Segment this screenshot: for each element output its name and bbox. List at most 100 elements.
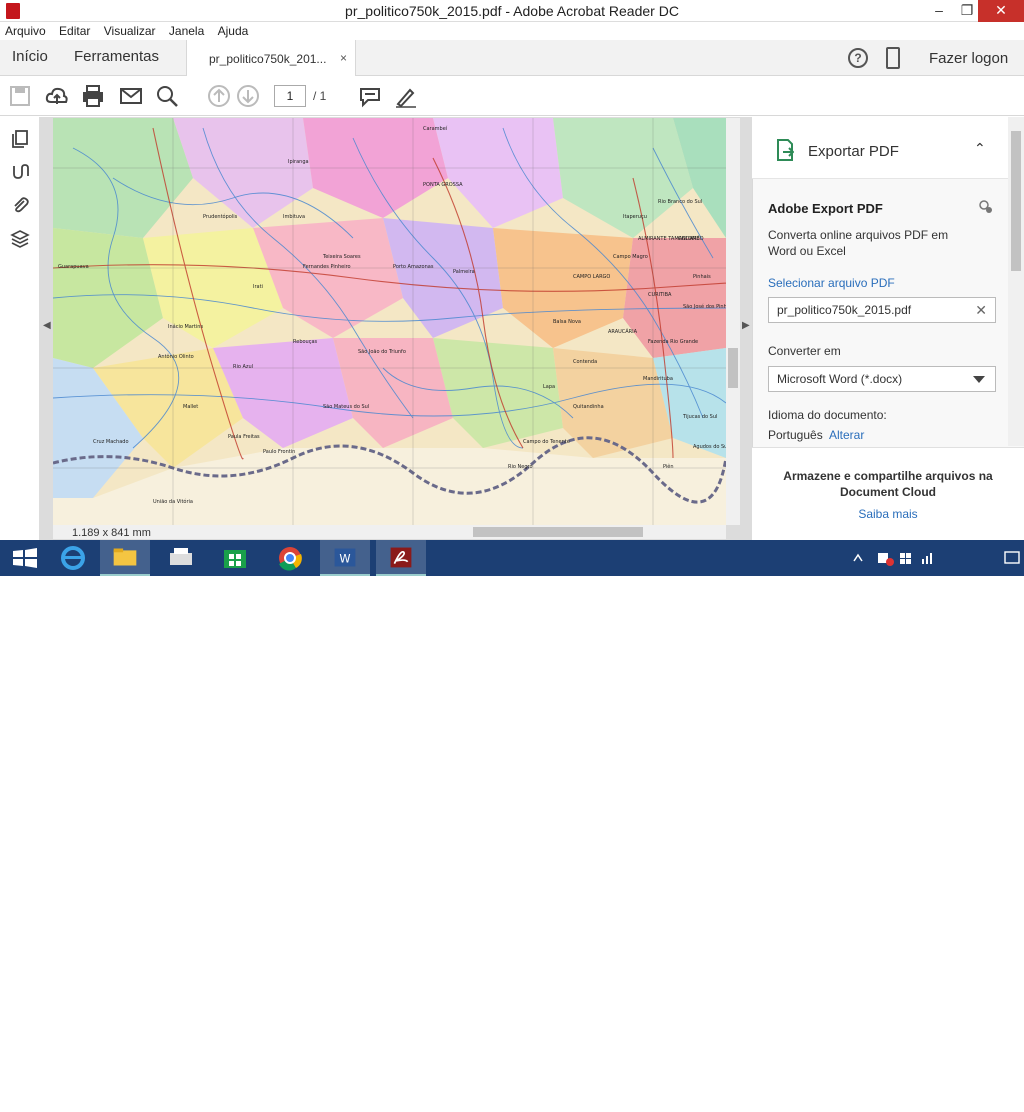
system-tray-icons[interactable] bbox=[852, 550, 972, 566]
map-place-label: Paulo Frontin bbox=[263, 449, 295, 455]
tab-tools[interactable]: Ferramentas bbox=[74, 48, 159, 65]
map-page[interactable]: Carambeí PONTA GROSSA CAMPO LARGO CURITIBA A… bbox=[53, 118, 726, 525]
search-icon[interactable] bbox=[155, 84, 179, 108]
menu-editar[interactable]: Editar bbox=[54, 22, 95, 40]
tab-home[interactable]: Início bbox=[12, 48, 48, 65]
scroll-thumb[interactable] bbox=[728, 348, 738, 388]
map-place-label: Guarapuava bbox=[58, 264, 89, 270]
document-horizontal-scrollbar[interactable] bbox=[53, 525, 726, 539]
internet-explorer-icon[interactable] bbox=[48, 540, 98, 576]
store-icon[interactable] bbox=[210, 540, 260, 576]
file-explorer-icon[interactable] bbox=[100, 540, 150, 576]
upload-cloud-icon[interactable] bbox=[45, 84, 69, 108]
select-pdf-link[interactable]: Selecionar arquivo PDF bbox=[768, 276, 895, 290]
map-place-label: Fazenda Rio Grande bbox=[648, 339, 698, 345]
comment-icon[interactable] bbox=[358, 84, 382, 108]
chevron-up-icon[interactable]: ⌃ bbox=[974, 140, 986, 157]
clock[interactable]: 21:52 26/06/2016 bbox=[960, 1084, 1020, 1112]
toolbar bbox=[0, 76, 1024, 184]
clock-date: 26/06/2016 bbox=[962, 1099, 1018, 1111]
close-button[interactable]: ✕ bbox=[978, 0, 1024, 22]
next-page-icon[interactable] bbox=[236, 84, 260, 108]
convert-format-value: Microsoft Word (*.docx) bbox=[777, 372, 903, 386]
map-place-label: Rebouças bbox=[293, 339, 318, 345]
menu-ajuda[interactable]: Ajuda bbox=[213, 22, 254, 40]
sign-pen-icon[interactable] bbox=[394, 84, 418, 108]
map-place-label: Paula Freitas bbox=[228, 434, 260, 440]
change-language-link[interactable]: Alterar bbox=[829, 428, 864, 442]
map-place-label: Teixeira Soares bbox=[322, 254, 361, 260]
map-place-label: União da Vitória bbox=[153, 498, 193, 505]
login-button[interactable]: Fazer logon bbox=[929, 50, 1008, 67]
svg-text:W: W bbox=[339, 552, 350, 566]
chrome-icon[interactable] bbox=[265, 540, 315, 576]
pages-icon[interactable] bbox=[10, 129, 30, 149]
map-place-label: São João do Triunfo bbox=[358, 349, 406, 355]
map-place-label: Agudos do Sul bbox=[693, 444, 726, 450]
save-icon[interactable] bbox=[8, 84, 32, 108]
settings-icon[interactable] bbox=[978, 199, 994, 215]
page-number-input[interactable]: 1 bbox=[274, 85, 306, 107]
layers-icon[interactable] bbox=[10, 229, 30, 249]
map-place-label: Porto Amazonas bbox=[393, 264, 434, 270]
map-place-label: Fernandes Pinheiro bbox=[303, 264, 351, 270]
map-place-label: CURITIBA bbox=[648, 292, 672, 298]
map-place-label: PONTA GROSSA bbox=[423, 182, 463, 188]
acrobat-icon[interactable] bbox=[376, 540, 426, 576]
document-vertical-scrollbar[interactable] bbox=[726, 118, 740, 525]
map-place-label: CAMPO LARGO bbox=[573, 274, 610, 280]
map-place-label: Lapa bbox=[543, 384, 555, 390]
map-place-label: Mandirituba bbox=[643, 376, 673, 382]
selected-file-field[interactable]: pr_politico750k_2015.pdf ✕ bbox=[768, 297, 996, 323]
map-place-label: Ipiranga bbox=[288, 159, 309, 165]
printer-app-icon[interactable] bbox=[156, 540, 206, 576]
map-place-label: Irati bbox=[253, 284, 263, 290]
convert-label: Converter em bbox=[768, 344, 841, 358]
collapse-right-icon[interactable]: ▶ bbox=[742, 320, 750, 331]
clock-time: 21:52 bbox=[976, 1085, 1004, 1097]
scroll-thumb[interactable] bbox=[473, 527, 643, 537]
map-place-label: Piên bbox=[663, 463, 674, 470]
panel-scrollbar[interactable] bbox=[1008, 117, 1024, 446]
dropdown-arrow-icon bbox=[973, 376, 985, 383]
map-place-label: Carambeí bbox=[423, 125, 448, 132]
notifications-icon[interactable] bbox=[1004, 550, 1020, 566]
menu-arquivo[interactable]: Arquivo bbox=[0, 22, 51, 40]
map-place-label: Prudentópolis bbox=[203, 213, 238, 220]
share-link-icon[interactable] bbox=[10, 162, 30, 182]
windows-start-icon[interactable] bbox=[0, 540, 50, 576]
tab-close-icon[interactable]: × bbox=[340, 51, 347, 65]
collapse-left-icon[interactable]: ◀ bbox=[43, 320, 51, 331]
learn-more-link[interactable]: Saiba mais bbox=[752, 507, 1024, 521]
tab-document-label: pr_politico750k_201... bbox=[209, 52, 327, 66]
tab-bar: Início Ferramentas pr_politico750k_201..… bbox=[0, 40, 1024, 77]
selected-file-name: pr_politico750k_2015.pdf bbox=[777, 303, 912, 317]
menu-janela[interactable]: Janela bbox=[164, 22, 209, 40]
map-place-label: São José dos Pinhais bbox=[683, 303, 726, 310]
word-icon[interactable]: W bbox=[320, 540, 370, 576]
language-label: Idioma do documento: bbox=[768, 408, 887, 422]
map-place-label: Inácio Martins bbox=[168, 323, 203, 330]
attachment-icon[interactable] bbox=[10, 195, 30, 215]
email-icon[interactable] bbox=[119, 84, 143, 108]
clear-icon[interactable]: ✕ bbox=[975, 298, 987, 322]
previous-page-icon[interactable] bbox=[207, 84, 231, 108]
taskbar: W 21:52 26/06/2016 bbox=[0, 540, 1024, 1111]
map-place-label: Antônio Olinto bbox=[158, 353, 194, 360]
export-pdf-title: Exportar PDF bbox=[808, 143, 899, 160]
mobile-link-icon[interactable] bbox=[886, 47, 900, 69]
convert-format-select[interactable]: Microsoft Word (*.docx) bbox=[768, 366, 996, 392]
scroll-thumb[interactable] bbox=[1011, 131, 1021, 271]
tab-document[interactable]: pr_politico750k_201... × bbox=[186, 40, 356, 77]
map-place-label: São Mateus do Sul bbox=[323, 404, 369, 410]
page-total: / 1 bbox=[313, 89, 327, 103]
map-place-label: Imbituva bbox=[283, 214, 305, 220]
title-bar: pr_politico750k_2015.pdf - Adobe Acrobat… bbox=[0, 0, 1024, 22]
minimize-button[interactable]: – bbox=[924, 0, 954, 22]
map-place-label: COLOMBO bbox=[678, 236, 704, 242]
print-icon[interactable] bbox=[81, 84, 105, 108]
menu-visualizar[interactable]: Visualizar bbox=[99, 22, 161, 40]
menu-bar: Arquivo Editar Visualizar Janela Ajuda bbox=[0, 22, 1024, 40]
help-icon[interactable]: ? bbox=[848, 48, 868, 68]
map-place-label: Rio Negro bbox=[508, 464, 533, 470]
